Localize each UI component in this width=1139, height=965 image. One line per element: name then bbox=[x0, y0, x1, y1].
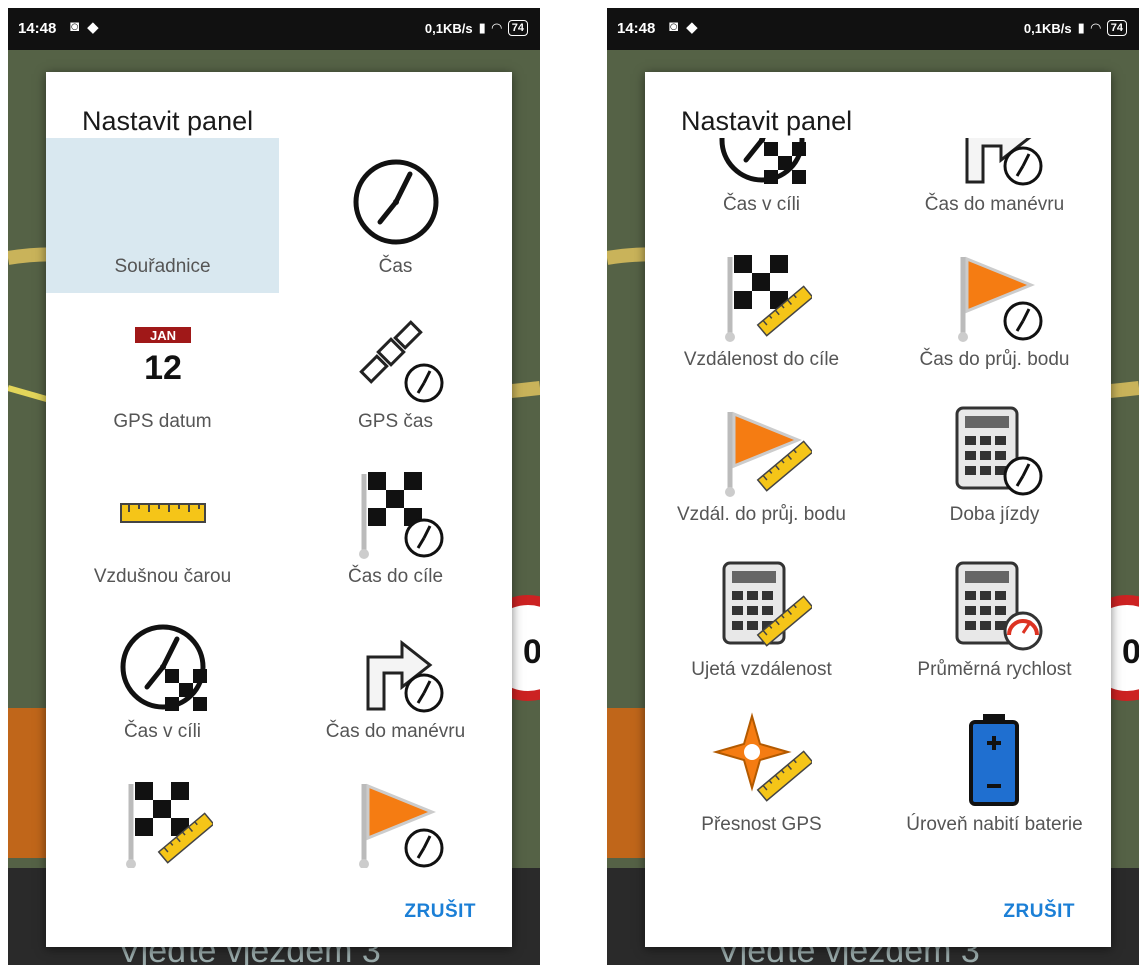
clock-finish-icon bbox=[120, 624, 207, 711]
clock-finish-icon bbox=[719, 138, 806, 184]
panel-option[interactable]: Čas do cíle bbox=[279, 448, 512, 603]
network-speed: 0,1KB/s bbox=[1023, 20, 1072, 36]
wifi-icon: ◠ bbox=[1090, 20, 1101, 35]
wifi-icon: ◠ bbox=[491, 20, 502, 35]
finish-flag-clock-icon bbox=[358, 472, 443, 559]
panel-option[interactable]: Čas bbox=[279, 138, 512, 293]
panel-option-label: Přesnost GPS bbox=[701, 814, 822, 835]
calendar-icon: JAN 12 bbox=[134, 327, 191, 387]
panel-option[interactable]: Ujetá vzdálenost bbox=[645, 541, 878, 696]
panel-option-label: Vzdál. do průj. bodu bbox=[676, 504, 846, 525]
signal-icon: ▮ bbox=[1077, 20, 1085, 35]
ruler-icon bbox=[119, 503, 206, 523]
battery-indicator: 74 bbox=[507, 20, 528, 36]
signal-icon: ▮ bbox=[478, 20, 486, 35]
network-speed: 0,1KB/s bbox=[424, 20, 473, 36]
panel-option[interactable]: Průměrná rychlost bbox=[878, 541, 1111, 696]
panel-option-label: Čas v cíli bbox=[722, 194, 801, 215]
finish-flag-ruler-icon bbox=[125, 782, 213, 868]
panel-option-label: Čas do cíle bbox=[347, 566, 444, 587]
panel-option-label: Vzdušnou čarou bbox=[93, 566, 232, 587]
panel-option[interactable] bbox=[46, 758, 279, 868]
panel-option[interactable]: Čas v cíli bbox=[645, 138, 878, 231]
waypoint-flag-clock-icon bbox=[957, 256, 1042, 342]
panel-option-label: Čas bbox=[378, 256, 413, 277]
phone-screen-left: 0 14:48 ◙ ◆ 0,1KB/s ▮ ◠ 74 Vjeďte vjezdem… bbox=[8, 8, 540, 965]
calendar-month: JAN bbox=[149, 328, 175, 343]
dialog-title: Nastavit panel bbox=[82, 106, 254, 136]
dialog-title: Nastavit panel bbox=[681, 106, 853, 136]
panel-option[interactable]: JAN 12 GPS datum bbox=[46, 293, 279, 448]
panel-option[interactable]: Vzdál. do průj. bodu bbox=[645, 386, 878, 541]
panel-option-label: Vzdálenost do cíle bbox=[683, 349, 840, 370]
status-time: 14:48 bbox=[18, 20, 57, 37]
panel-dialog: Nastavit panel Čas v cíli Čas do manévru V… bbox=[645, 72, 1111, 947]
calculator-gauge-icon bbox=[955, 561, 1042, 651]
panel-option[interactable]: Čas do manévru bbox=[279, 603, 512, 758]
panel-grid: Souřadnice Čas JAN 12 GPS datum GPS čas Vzdušn… bbox=[46, 138, 512, 868]
panel-option-label: Průměrná rychlost bbox=[917, 659, 1072, 680]
panel-option[interactable]: Doba jízdy bbox=[878, 386, 1111, 541]
phone-screen-right: 0 14:48 ◙ ◆ 0,1KB/s ▮ ◠ 74 Vjeďte vjezdem… bbox=[607, 8, 1139, 965]
panel-option[interactable]: Čas v cíli bbox=[46, 603, 279, 758]
panel-option[interactable]: Úroveň nabití baterie bbox=[878, 696, 1111, 851]
finish-flag-ruler-icon bbox=[724, 255, 812, 342]
panel-option[interactable]: Vzdálenost do cíle bbox=[645, 231, 878, 386]
panel-option[interactable]: GPS čas bbox=[279, 293, 512, 448]
panel-option-label: Ujetá vzdálenost bbox=[691, 659, 832, 680]
panel-option-label: Doba jízdy bbox=[949, 504, 1040, 525]
panel-option-label: GPS datum bbox=[113, 411, 212, 432]
speed-limit-text: 0 bbox=[523, 633, 540, 671]
cancel-button[interactable]: ZRUŠIT bbox=[1003, 901, 1075, 923]
gps-accuracy-icon bbox=[711, 712, 812, 802]
panel-option-label: GPS čas bbox=[358, 411, 433, 432]
blank bbox=[113, 152, 213, 252]
navigation-icon: ◆ bbox=[686, 19, 698, 36]
battery-icon bbox=[968, 714, 1019, 806]
waypoint-flag-clock-icon bbox=[358, 783, 443, 868]
calendar-day: 12 bbox=[144, 349, 182, 387]
calculator-clock-icon bbox=[955, 406, 1042, 496]
cancel-button[interactable]: ZRUŠIT bbox=[404, 901, 476, 923]
app-notification-icon: ◙ bbox=[669, 18, 679, 35]
speed-limit-text: 0 bbox=[1122, 633, 1139, 671]
status-time: 14:48 bbox=[617, 20, 656, 37]
panel-option-label: Úroveň nabití baterie bbox=[906, 814, 1083, 835]
panel-option[interactable] bbox=[279, 758, 512, 868]
panel-option[interactable]: Čas do manévru bbox=[878, 138, 1111, 231]
panel-option[interactable]: Vzdušnou čarou bbox=[46, 448, 279, 603]
panel-option-label: Souřadnice bbox=[114, 256, 211, 277]
panel-option[interactable]: Čas do průj. bodu bbox=[878, 231, 1111, 386]
panel-option-label: Čas v cíli bbox=[123, 721, 202, 742]
status-bar: 14:48 ◙ ◆ 0,1KB/s ▮ ◠ 74 bbox=[607, 8, 1139, 50]
panel-option-label: Čas do manévru bbox=[325, 721, 466, 742]
panel-grid: Čas v cíli Čas do manévru Vzdálenost do cí… bbox=[645, 138, 1111, 868]
turn-arrow-clock-icon bbox=[965, 138, 1042, 186]
panel-dialog: Nastavit panel Souřadnice Čas JAN 12 GPS dat… bbox=[46, 72, 512, 947]
panel-option-label: Čas do manévru bbox=[924, 194, 1065, 215]
calculator-ruler-icon bbox=[722, 561, 812, 647]
panel-option[interactable]: Souřadnice bbox=[46, 138, 279, 293]
battery-indicator: 74 bbox=[1106, 20, 1127, 36]
status-bar: 14:48 ◙ ◆ 0,1KB/s ▮ ◠ 74 bbox=[8, 8, 540, 50]
app-notification-icon: ◙ bbox=[70, 18, 80, 35]
satellite-clock-icon bbox=[358, 320, 443, 403]
waypoint-flag-ruler-icon bbox=[724, 411, 812, 497]
clock-icon bbox=[353, 159, 438, 245]
navigation-icon: ◆ bbox=[87, 19, 99, 36]
turn-arrow-clock-icon bbox=[366, 639, 443, 713]
panel-option-label: Čas do průj. bodu bbox=[919, 349, 1070, 370]
panel-option[interactable]: Přesnost GPS bbox=[645, 696, 878, 851]
